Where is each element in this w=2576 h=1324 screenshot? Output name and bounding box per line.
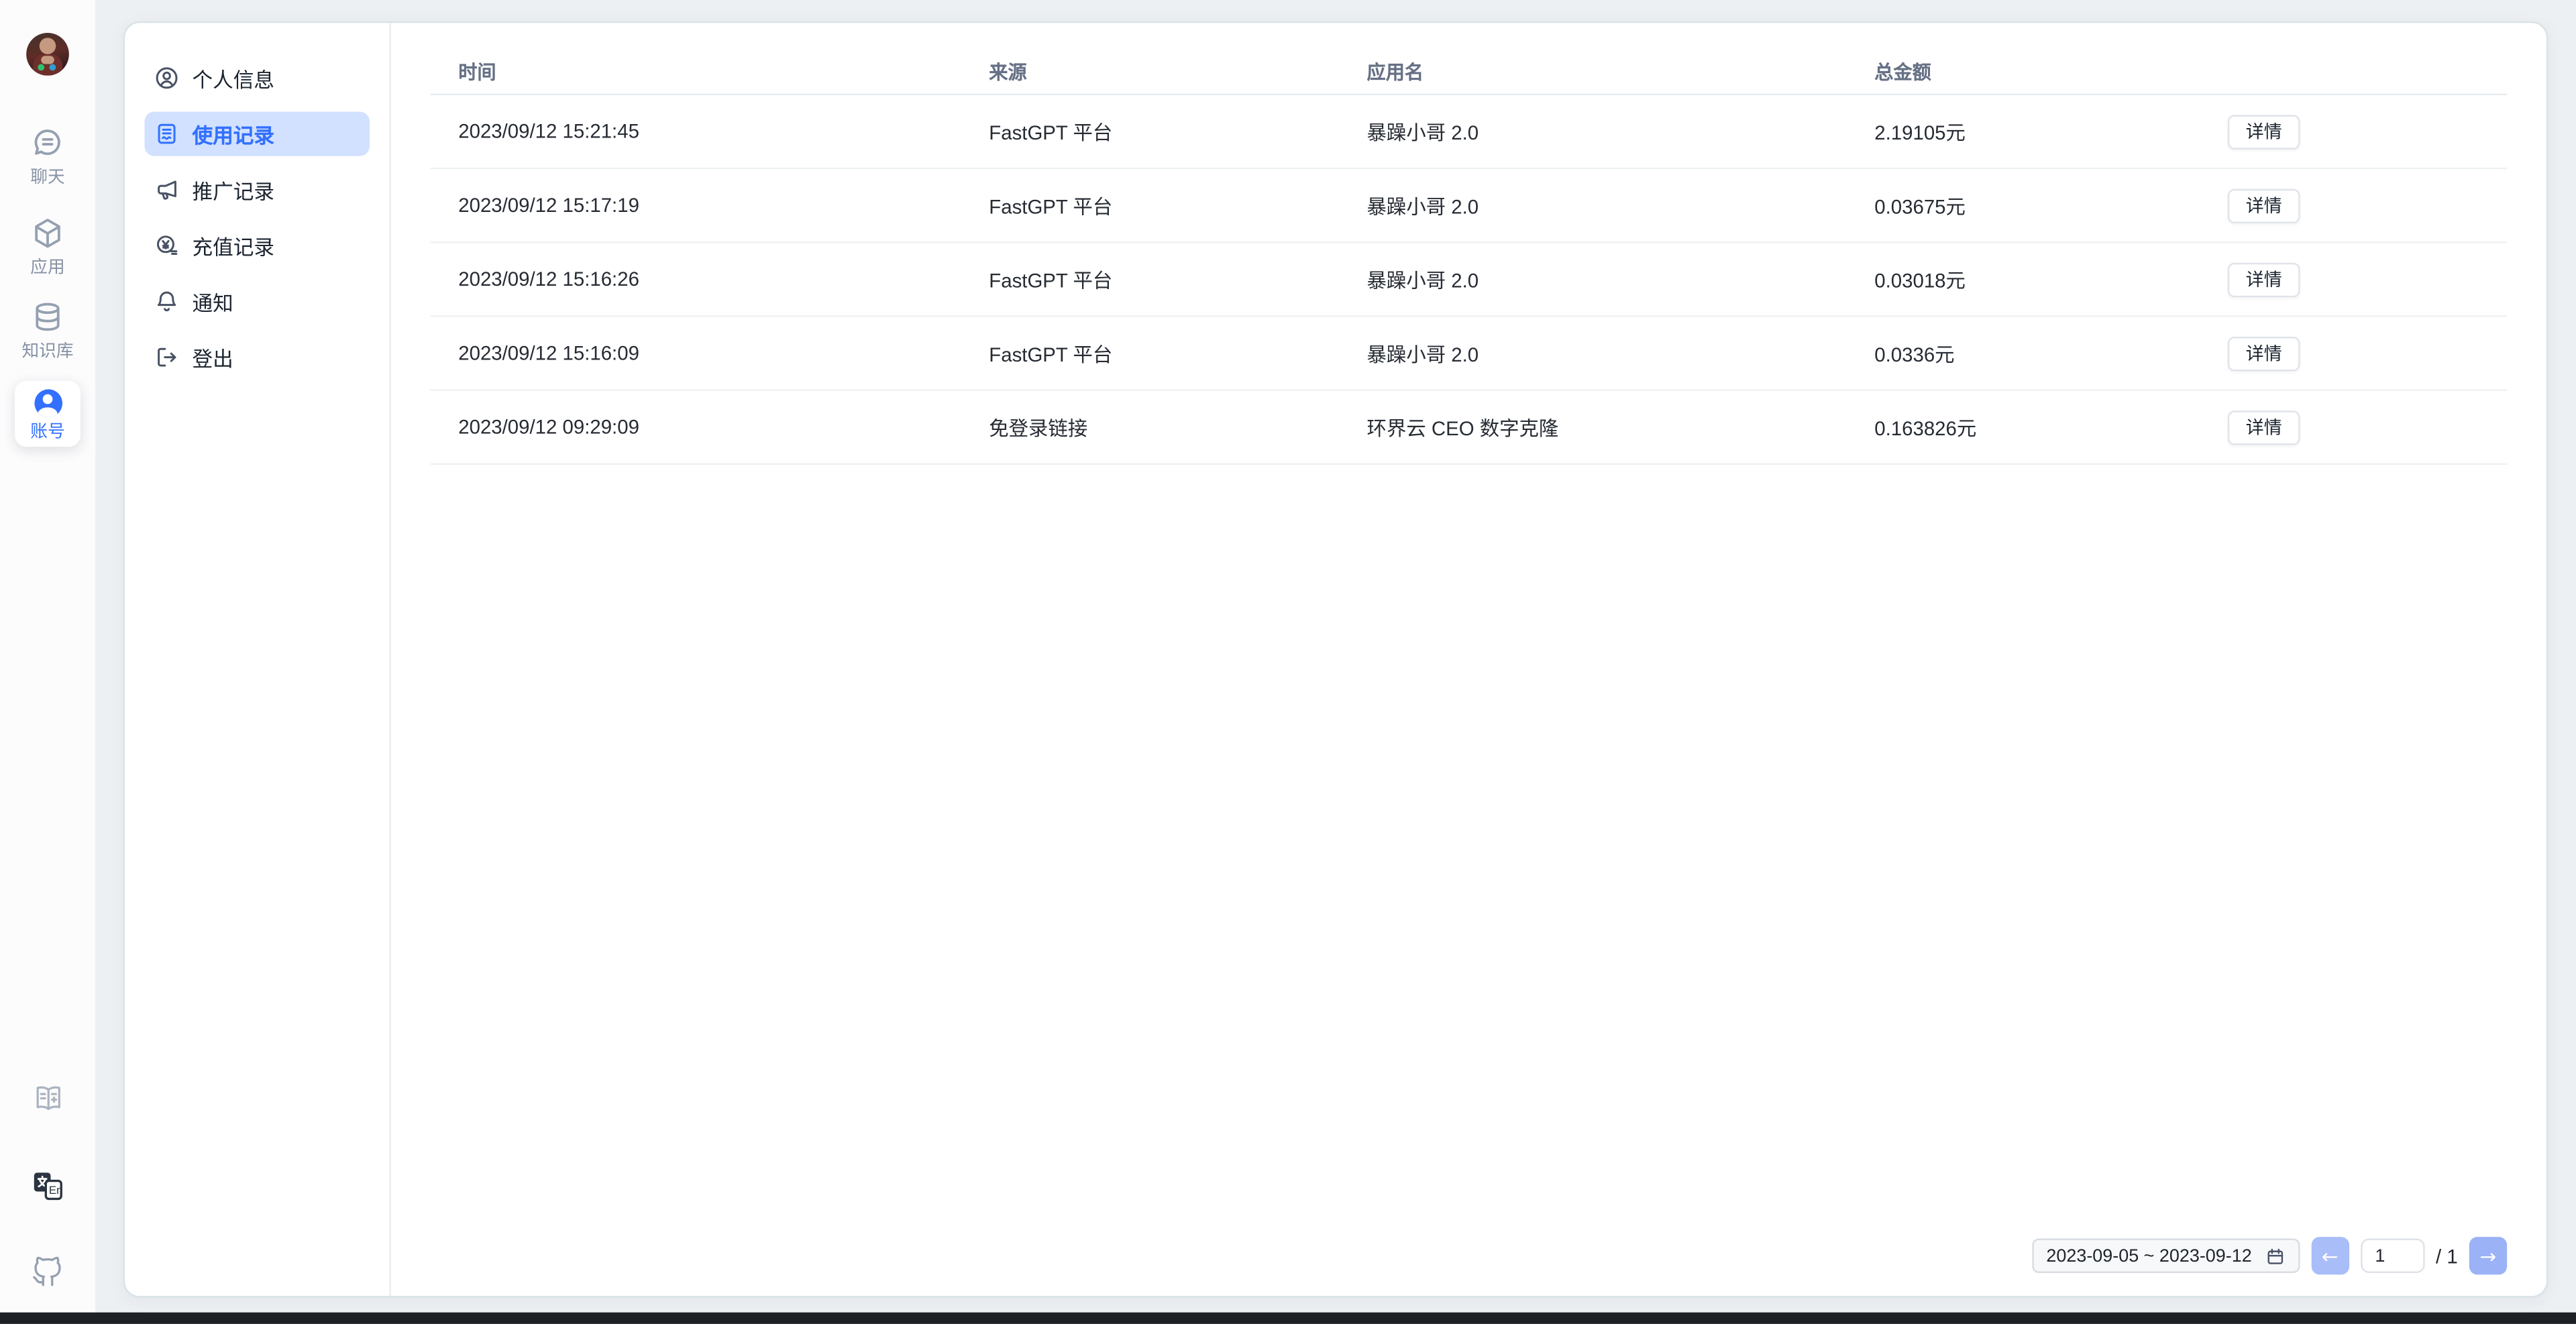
pagination-bar: 2023-09-05 ~ 2023-09-12 ← / 1 → xyxy=(2031,1237,2507,1274)
date-range-picker[interactable]: 2023-09-05 ~ 2023-09-12 xyxy=(2031,1239,2299,1273)
translate-icon[interactable]: En xyxy=(0,1168,95,1204)
menu-item-label: 个人信息 xyxy=(193,62,274,94)
promotion-record-icon xyxy=(154,177,179,202)
rail-item-account[interactable]: 账号 xyxy=(15,381,80,447)
table-row: 2023/09/12 09:29:09 免登录链接 环界云 CEO 数字克隆 0… xyxy=(431,391,2508,465)
menu-item-personal-info[interactable]: 个人信息 xyxy=(145,56,370,100)
menu-item-label: 登出 xyxy=(193,341,233,373)
avatar-badge-blue xyxy=(49,64,56,71)
rail-item-label: 应用 xyxy=(30,260,64,278)
bottom-taskbar xyxy=(0,1313,2576,1324)
icon-rail: 聊天 应用 知识库 xyxy=(0,0,95,1313)
cell-amount: 0.03675元 xyxy=(1874,191,2228,219)
rail-item-label: 知识库 xyxy=(21,343,73,362)
github-icon[interactable] xyxy=(0,1254,95,1290)
user-avatar[interactable] xyxy=(26,33,69,76)
table-row: 2023/09/12 15:21:45 FastGPT 平台 暴躁小哥 2.0 … xyxy=(431,95,2508,169)
cell-source: FastGPT 平台 xyxy=(989,191,1366,219)
cell-source: FastGPT 平台 xyxy=(989,117,1366,146)
rail-item-apps[interactable]: 应用 xyxy=(0,215,95,278)
detail-button[interactable]: 详情 xyxy=(2228,336,2300,370)
menu-item-label: 充值记录 xyxy=(193,230,274,262)
user-circle-icon xyxy=(154,66,179,91)
col-header-app: 应用名 xyxy=(1367,58,1875,85)
date-range-value: 2023-09-05 ~ 2023-09-12 xyxy=(2046,1246,2251,1266)
cell-time: 2023/09/12 15:16:26 xyxy=(458,268,989,290)
menu-item-usage-records[interactable]: 使用记录 xyxy=(145,112,370,156)
cell-time: 2023/09/12 15:16:09 xyxy=(458,341,989,364)
table-header-row: 时间 来源 应用名 总金额 xyxy=(431,23,2508,95)
cell-app: 环界云 CEO 数字克隆 xyxy=(1367,413,1875,441)
col-header-amount: 总金额 xyxy=(1874,58,2228,85)
logout-icon xyxy=(154,345,179,370)
cell-source: FastGPT 平台 xyxy=(989,266,1366,294)
menu-item-label: 使用记录 xyxy=(193,118,274,150)
rail-item-label: 聊天 xyxy=(30,169,64,187)
table-row: 2023/09/12 15:17:19 FastGPT 平台 暴躁小哥 2.0 … xyxy=(431,169,2508,243)
menu-item-label: 推广记录 xyxy=(193,174,274,206)
avatar-badge-green xyxy=(38,64,44,71)
table-row: 2023/09/12 15:16:26 FastGPT 平台 暴躁小哥 2.0 … xyxy=(431,243,2508,317)
rail-item-label: 账号 xyxy=(30,419,64,443)
docs-book-icon[interactable] xyxy=(0,1081,95,1115)
avatar-head xyxy=(40,38,56,54)
page-total-label: / 1 xyxy=(2436,1244,2458,1267)
col-header-time: 时间 xyxy=(458,58,989,85)
account-user-icon xyxy=(34,389,62,417)
detail-button[interactable]: 详情 xyxy=(2228,262,2300,296)
apps-cube-icon xyxy=(30,215,66,256)
arrow-left-icon: ← xyxy=(2322,1244,2339,1267)
cell-source: 免登录链接 xyxy=(989,413,1366,441)
cell-app: 暴躁小哥 2.0 xyxy=(1367,339,1875,368)
cell-app: 暴躁小哥 2.0 xyxy=(1367,117,1875,146)
cell-time: 2023/09/12 15:21:45 xyxy=(458,120,989,143)
usage-record-icon xyxy=(154,121,179,146)
table-row: 2023/09/12 15:16:09 FastGPT 平台 暴躁小哥 2.0 … xyxy=(431,317,2508,391)
account-menu: 个人信息 使用记录 推广记录 xyxy=(125,23,391,1296)
bell-icon xyxy=(154,289,179,314)
prev-page-button[interactable]: ← xyxy=(2311,1237,2349,1274)
menu-item-notifications[interactable]: 通知 xyxy=(145,279,370,323)
avatar-hands xyxy=(41,56,54,64)
rail-item-chat[interactable]: 聊天 xyxy=(0,125,95,187)
cell-amount: 0.163826元 xyxy=(1874,413,2228,441)
cell-source: FastGPT 平台 xyxy=(989,339,1366,368)
arrow-right-icon: → xyxy=(2480,1244,2497,1267)
cell-time: 2023/09/12 15:17:19 xyxy=(458,194,989,217)
cell-app: 暴躁小哥 2.0 xyxy=(1367,266,1875,294)
knowledge-base-icon xyxy=(30,299,66,340)
cell-app: 暴躁小哥 2.0 xyxy=(1367,191,1875,219)
recharge-record-icon xyxy=(154,233,179,258)
chat-bubble-icon xyxy=(30,125,66,166)
calendar-icon xyxy=(2265,1246,2284,1266)
page-number-input[interactable] xyxy=(2360,1239,2424,1273)
detail-button[interactable]: 详情 xyxy=(2228,410,2300,444)
svg-text:En: En xyxy=(49,1184,63,1197)
app-window: 聊天 应用 知识库 xyxy=(0,0,2576,1324)
menu-item-label: 通知 xyxy=(193,286,233,317)
cell-amount: 2.19105元 xyxy=(1874,117,2228,146)
cell-amount: 0.0336元 xyxy=(1874,339,2228,368)
menu-item-recharge-records[interactable]: 充值记录 xyxy=(145,223,370,268)
detail-button[interactable]: 详情 xyxy=(2228,114,2300,148)
cell-time: 2023/09/12 09:29:09 xyxy=(458,416,989,439)
col-header-source: 来源 xyxy=(989,58,1366,85)
menu-item-promotion-records[interactable]: 推广记录 xyxy=(145,168,370,212)
rail-item-knowledge-base[interactable]: 知识库 xyxy=(0,299,95,362)
next-page-button[interactable]: → xyxy=(2469,1237,2507,1274)
cell-amount: 0.03018元 xyxy=(1874,266,2228,294)
detail-button[interactable]: 详情 xyxy=(2228,188,2300,222)
menu-item-logout[interactable]: 登出 xyxy=(145,335,370,380)
usage-records-content: 时间 来源 应用名 总金额 2023/09/12 15:21:45 FastGP… xyxy=(391,23,2546,1296)
account-panel: 个人信息 使用记录 推广记录 xyxy=(123,21,2548,1298)
